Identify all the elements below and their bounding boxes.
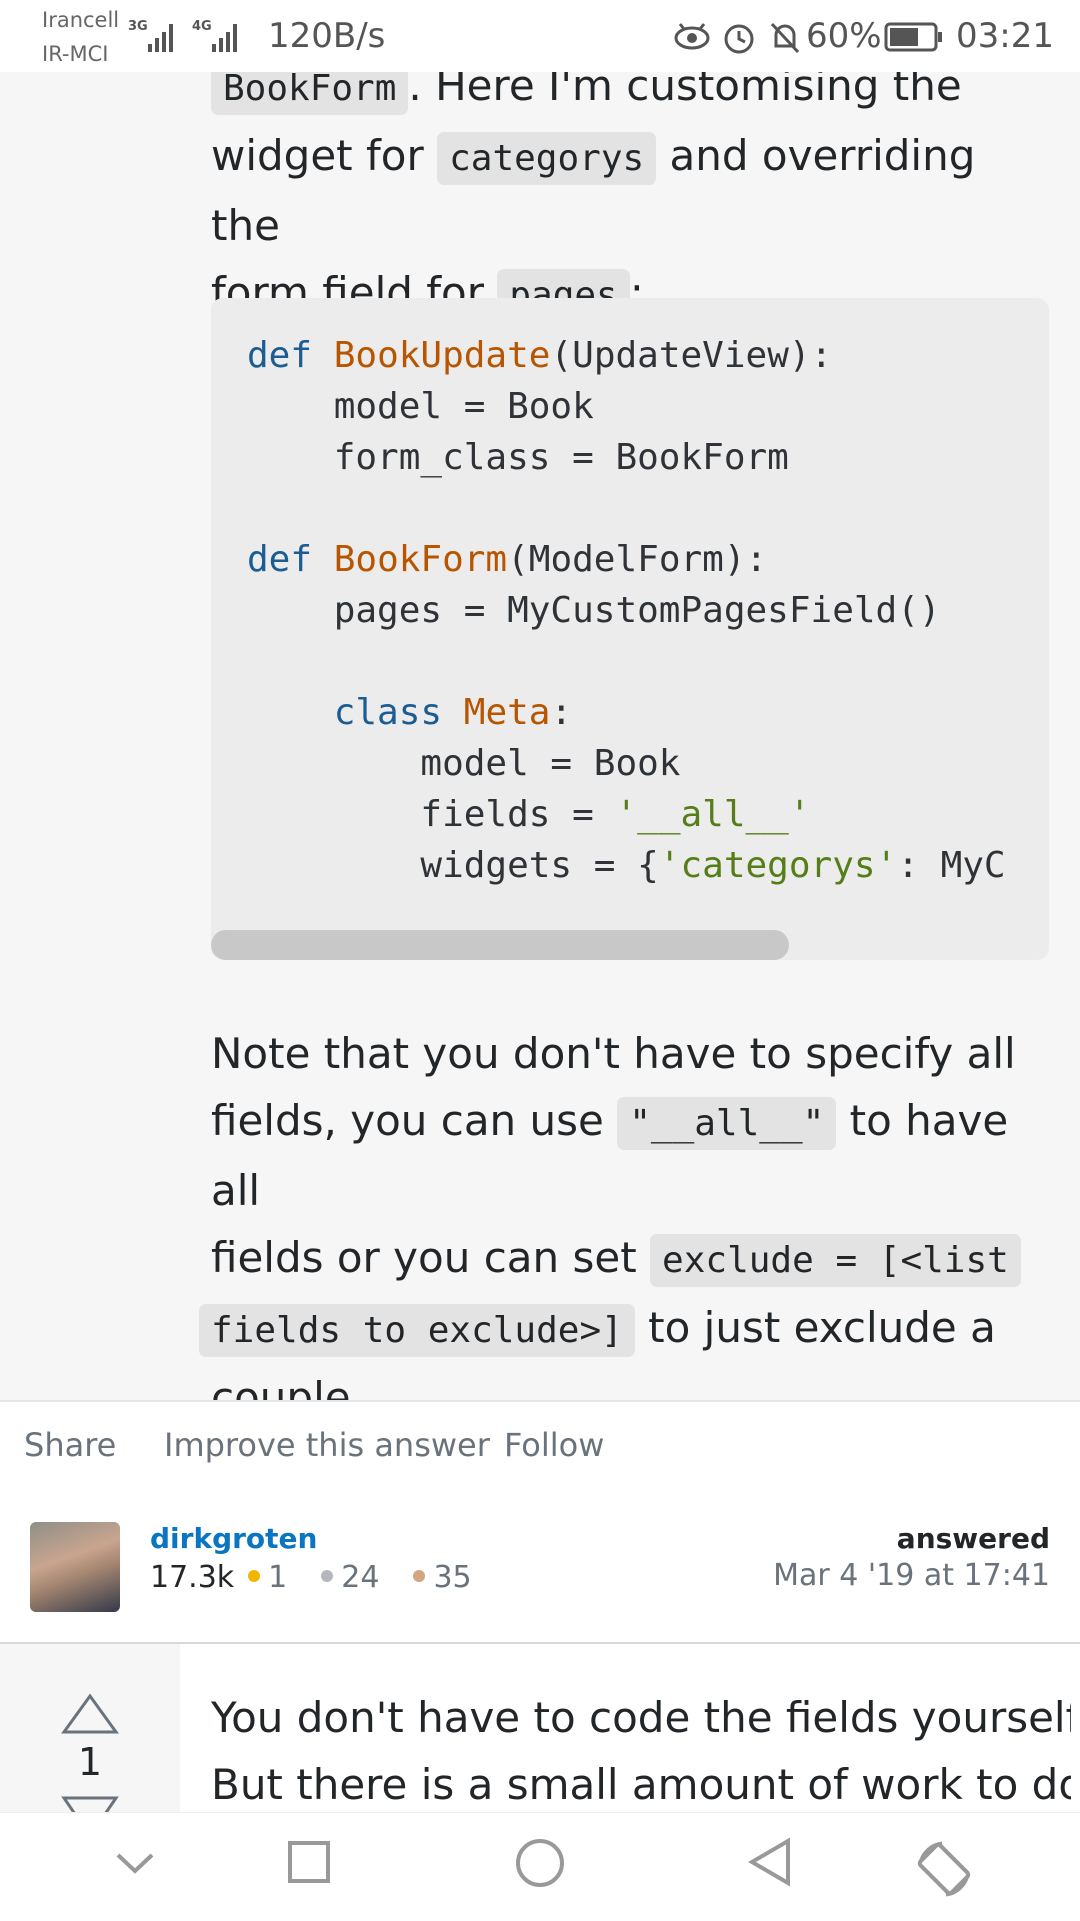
silver-badge-count: 24 — [341, 1560, 380, 1595]
inline-code: "__all__" — [617, 1097, 837, 1150]
reputation: 17.3k 1 24 35 — [150, 1560, 472, 1595]
note-text: fields or you can set — [211, 1233, 637, 1282]
inline-code: fields to exclude>] — [199, 1304, 635, 1357]
gold-badge-count: 1 — [268, 1560, 288, 1595]
gold-badge-icon — [248, 1569, 261, 1582]
vote-count: 1 — [77, 1740, 103, 1784]
post-actions: Share Improve this answer Follow — [0, 1400, 1080, 1496]
share-link[interactable]: Share — [24, 1426, 116, 1464]
follow-link[interactable]: Follow — [504, 1426, 604, 1464]
vote-column — [0, 72, 180, 1400]
code-block[interactable]: def BookUpdate(UpdateView): model = Book… — [211, 298, 1049, 960]
bronze-badge-count: 35 — [433, 1560, 472, 1595]
code-content: def BookUpdate(UpdateView): model = Book… — [247, 335, 1006, 886]
inline-code: categorys — [437, 132, 657, 185]
note-text: fields, you can use — [211, 1096, 604, 1145]
next-answer-text: You don't have to code the fields yourse… — [211, 1693, 1071, 1742]
eye-icon — [674, 23, 710, 50]
next-vote-column — [0, 1644, 180, 1812]
author-name[interactable]: dirkgroten — [150, 1522, 317, 1555]
note-paragraph: Note that you don't have to specify all … — [199, 1020, 1056, 1431]
chevron-down-icon[interactable] — [110, 1837, 160, 1887]
answered-date[interactable]: Mar 4 '19 at 17:41 — [773, 1558, 1050, 1593]
note-text: to just exclude a — [648, 1303, 996, 1352]
next-answer-body: You don't have to code the fields yourse… — [180, 1644, 1080, 1812]
back-triangle-icon[interactable] — [744, 1837, 794, 1887]
status-bar: Irancell IR-MCI 3G 4G 120B/s 60% 03:21 — [0, 0, 1080, 72]
square-icon[interactable] — [284, 1837, 334, 1887]
signal-3g-icon: 3G — [128, 19, 173, 52]
intro-paragraph: BookForm. Here I'm customising the widge… — [211, 52, 1056, 329]
next-answer-text: But there is a small amount of work to d… — [211, 1760, 1071, 1809]
signal-4g-icon: 4G — [192, 19, 237, 52]
svg-text:3G: 3G — [128, 19, 148, 34]
bell-off-icon — [770, 22, 800, 54]
battery-percentage: 60% — [806, 16, 882, 56]
note-text: Note that you don't have to specify all — [211, 1029, 1016, 1078]
reputation-score: 17.3k — [150, 1560, 235, 1595]
upvote-icon[interactable] — [60, 1692, 120, 1736]
svg-text:4G: 4G — [192, 19, 212, 34]
bronze-badge-icon — [413, 1569, 426, 1582]
answered-label: answered — [896, 1522, 1050, 1555]
system-nav-bar — [0, 1812, 1080, 1921]
improve-answer-link[interactable]: Improve this answer — [164, 1426, 490, 1464]
clock: 03:21 — [956, 16, 1054, 56]
inline-code: exclude = [<list — [650, 1234, 1021, 1287]
intro-text: widget for — [211, 131, 424, 180]
network-speed: 120B/s — [268, 16, 386, 56]
avatar[interactable] — [30, 1522, 120, 1612]
carrier-bottom: IR-MCI — [42, 42, 109, 66]
carrier-top: Irancell — [42, 8, 120, 32]
battery-icon — [884, 22, 942, 52]
silver-badge-icon — [321, 1569, 334, 1582]
code-horizontal-scrollbar[interactable] — [211, 930, 789, 960]
downvote-icon[interactable] — [60, 1796, 120, 1812]
author-card: dirkgroten 17.3k 1 24 35 answered Mar 4 '19… — [0, 1494, 1080, 1645]
rotate-icon[interactable] — [912, 1837, 976, 1901]
alarm-icon — [724, 24, 754, 54]
circle-icon[interactable] — [514, 1837, 566, 1889]
